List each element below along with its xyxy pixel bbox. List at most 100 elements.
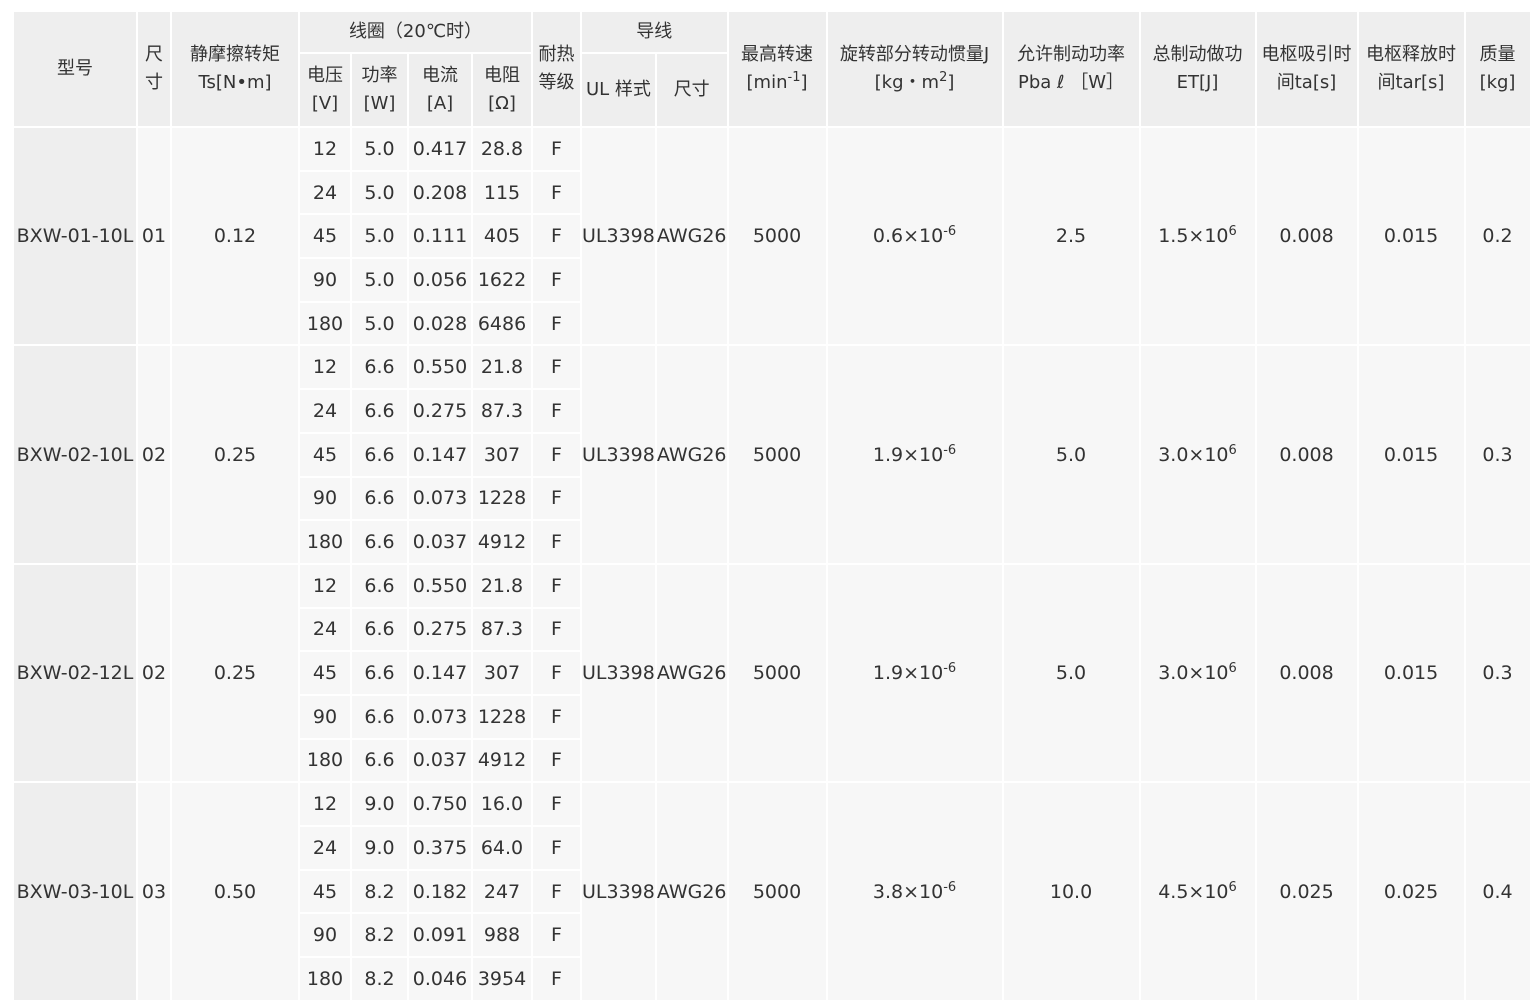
cell-release-time: 0.015 bbox=[1358, 564, 1464, 782]
cell-power: 5.0 bbox=[352, 128, 407, 170]
header-current: 电流[A] bbox=[409, 54, 471, 126]
cell-size: 03 bbox=[138, 783, 170, 1000]
cell-voltage: 45 bbox=[300, 652, 350, 694]
header-inertia-unit: [kg・m2] bbox=[874, 70, 955, 93]
cell-voltage: 90 bbox=[300, 695, 350, 738]
cell-heat-class: F bbox=[533, 783, 580, 825]
brake-spec-table: 型号 尺寸 静摩擦转矩Ts[N•m] 线圈（20℃时） 耐热等级 导线 最高转速… bbox=[12, 10, 1532, 1002]
cell-mass: 0.3 bbox=[1465, 564, 1530, 782]
header-max-speed: 最高转速 [min-1] bbox=[728, 12, 826, 126]
cell-heat-class: F bbox=[533, 914, 580, 957]
table-row: BXW-01-10L 01 0.12 12 5.0 0.417 28.8 F UL3398 AWG… bbox=[14, 128, 1530, 345]
cell-braking-power: 10.0 bbox=[1003, 783, 1139, 1000]
cell-power: 6.6 bbox=[352, 739, 407, 782]
header-braking-power: 允许制动功率Pba ℓ ［W］ bbox=[1003, 12, 1139, 126]
cell-lead-size: AWG26 bbox=[656, 346, 727, 563]
cell-max-speed: 5000 bbox=[728, 783, 826, 1000]
cell-heat-class: F bbox=[533, 215, 580, 258]
cell-mass: 0.3 bbox=[1465, 346, 1530, 563]
cell-heat-class: F bbox=[533, 870, 580, 913]
cell-current: 0.550 bbox=[409, 564, 471, 607]
cell-current: 0.037 bbox=[409, 521, 471, 563]
cell-power: 8.2 bbox=[352, 958, 407, 1000]
cell-max-speed: 5000 bbox=[728, 128, 826, 345]
cell-voltage: 24 bbox=[300, 827, 350, 869]
cell-attract-time: 0.008 bbox=[1256, 564, 1357, 782]
cell-heat-class: F bbox=[533, 695, 580, 738]
cell-inertia: 1.9×10-6 bbox=[827, 346, 1002, 563]
header-inertia-label: 旋转部分转动惯量J bbox=[839, 44, 990, 65]
cell-resistance: 4912 bbox=[473, 521, 531, 563]
header-lead-size: 尺寸 bbox=[656, 54, 727, 126]
header-inertia: 旋转部分转动惯量J [kg・m2] bbox=[827, 12, 1002, 126]
cell-inertia-exponent: -6 bbox=[943, 442, 957, 458]
cell-attract-time: 0.008 bbox=[1256, 128, 1357, 345]
cell-resistance: 307 bbox=[473, 433, 531, 476]
cell-inertia-exponent: -6 bbox=[943, 224, 957, 240]
cell-heat-class: F bbox=[533, 827, 580, 869]
cell-ul-style: UL3398 bbox=[582, 783, 655, 1000]
cell-max-speed: 5000 bbox=[728, 346, 826, 563]
cell-heat-class: F bbox=[533, 564, 580, 607]
cell-voltage: 180 bbox=[300, 521, 350, 563]
cell-power: 6.6 bbox=[352, 477, 407, 520]
cell-power: 6.6 bbox=[352, 652, 407, 694]
header-model: 型号 bbox=[14, 12, 136, 126]
cell-resistance: 4912 bbox=[473, 739, 531, 782]
header-max-speed-label: 最高转速 bbox=[741, 44, 814, 65]
cell-resistance: 6486 bbox=[473, 302, 531, 345]
cell-current: 0.375 bbox=[409, 827, 471, 869]
cell-resistance: 3954 bbox=[473, 958, 531, 1000]
cell-resistance: 115 bbox=[473, 171, 531, 214]
cell-power: 6.6 bbox=[352, 695, 407, 738]
cell-release-time: 0.025 bbox=[1358, 783, 1464, 1000]
header-coil: 线圈（20℃时） bbox=[300, 12, 531, 52]
cell-resistance: 16.0 bbox=[473, 783, 531, 825]
header-attract-time: 电枢吸引时间ta[s] bbox=[1256, 12, 1357, 126]
cell-total-work-base: 3.0×10 bbox=[1158, 662, 1229, 685]
cell-release-time: 0.015 bbox=[1358, 128, 1464, 345]
cell-current: 0.111 bbox=[409, 215, 471, 258]
cell-resistance: 1228 bbox=[473, 695, 531, 738]
cell-resistance: 87.3 bbox=[473, 390, 531, 432]
cell-voltage: 12 bbox=[300, 783, 350, 825]
cell-total-work-base: 4.5×10 bbox=[1158, 880, 1229, 903]
cell-ul-style: UL3398 bbox=[582, 346, 655, 563]
header-lead: 导线 bbox=[582, 12, 727, 52]
cell-heat-class: F bbox=[533, 521, 580, 563]
table-row: BXW-02-12L 02 0.25 12 6.6 0.550 21.8 F UL3398 AWG… bbox=[14, 564, 1530, 782]
cell-power: 6.6 bbox=[352, 608, 407, 651]
cell-max-speed: 5000 bbox=[728, 564, 826, 782]
cell-voltage: 24 bbox=[300, 171, 350, 214]
cell-heat-class: F bbox=[533, 259, 580, 301]
header-torque: 静摩擦转矩Ts[N•m] bbox=[172, 12, 298, 126]
cell-mass: 0.2 bbox=[1465, 128, 1530, 345]
cell-total-work: 3.0×106 bbox=[1140, 346, 1255, 563]
cell-total-work: 3.0×106 bbox=[1140, 564, 1255, 782]
cell-ul-style: UL3398 bbox=[582, 128, 655, 345]
cell-heat-class: F bbox=[533, 433, 580, 476]
cell-heat-class: F bbox=[533, 302, 580, 345]
cell-resistance: 1622 bbox=[473, 259, 531, 301]
cell-lead-size: AWG26 bbox=[656, 128, 727, 345]
cell-inertia-base: 3.8×10 bbox=[872, 880, 944, 903]
cell-heat-class: F bbox=[533, 739, 580, 782]
header-size: 尺寸 bbox=[138, 12, 170, 126]
cell-current: 0.073 bbox=[409, 477, 471, 520]
cell-voltage: 45 bbox=[300, 433, 350, 476]
cell-size: 02 bbox=[138, 346, 170, 563]
cell-inertia-base: 1.9×10 bbox=[872, 443, 944, 466]
cell-resistance: 21.8 bbox=[473, 346, 531, 389]
cell-voltage: 12 bbox=[300, 128, 350, 170]
cell-heat-class: F bbox=[533, 608, 580, 651]
cell-braking-power: 5.0 bbox=[1003, 564, 1139, 782]
cell-voltage: 24 bbox=[300, 608, 350, 651]
cell-current: 0.417 bbox=[409, 128, 471, 170]
cell-heat-class: F bbox=[533, 171, 580, 214]
cell-power: 5.0 bbox=[352, 302, 407, 345]
header-max-speed-unit: [min-1] bbox=[746, 70, 808, 93]
cell-total-work-base: 3.0×10 bbox=[1158, 443, 1229, 466]
header-total-work: 总制动做功ET[J] bbox=[1140, 12, 1255, 126]
cell-total-work-exponent: 6 bbox=[1228, 224, 1237, 240]
header-voltage: 电压[V] bbox=[300, 54, 350, 126]
